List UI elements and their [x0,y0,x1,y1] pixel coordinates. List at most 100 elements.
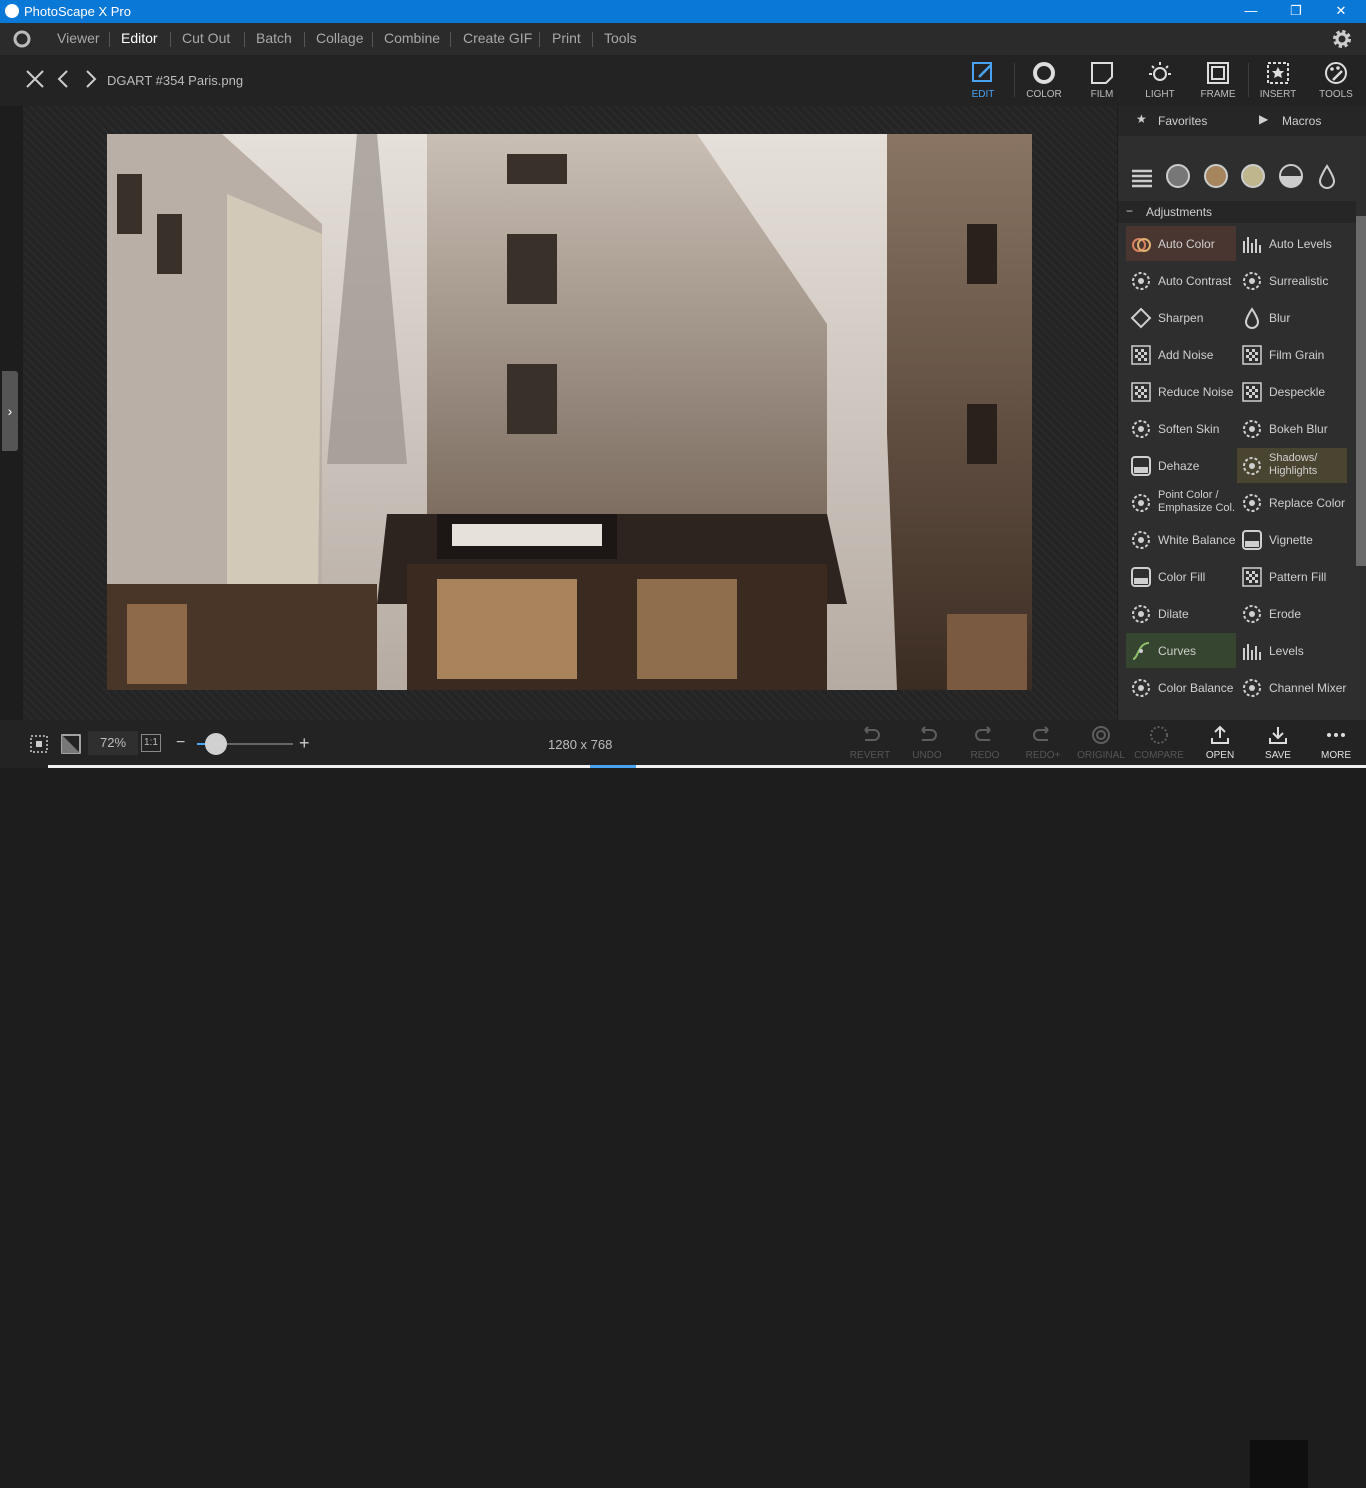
close-window-button[interactable]: ✕ [1318,0,1364,23]
adjustments-header[interactable]: − Adjustments [1118,201,1356,223]
action-label: COMPARE [1134,750,1184,761]
adjustment-levels[interactable]: Levels [1237,633,1347,668]
maximize-button[interactable]: ❐ [1273,0,1319,23]
adjustment-add-noise[interactable]: Add Noise [1126,337,1236,372]
adjustment-vignette[interactable]: Vignette [1237,522,1347,557]
adjustment-despeckle[interactable]: Despeckle [1237,374,1347,409]
film-grain-icon [1241,344,1263,366]
adjustment-blur[interactable]: Blur [1237,300,1347,335]
menu-cut-out[interactable]: Cut Out [182,30,230,46]
zoom-slider-handle[interactable] [205,733,227,755]
crop-select-icon[interactable] [28,733,50,755]
preset-warm-swatch[interactable] [1241,164,1265,188]
adjustment-channel-mixer[interactable]: Channel Mixer [1237,670,1347,705]
adjustment-label: Blur [1269,311,1291,325]
adjustment-auto-color[interactable]: Auto Color [1126,226,1236,261]
zoom-actual-size-button[interactable]: 1:1 [141,734,161,752]
compare-button[interactable]: COMPARE [1133,724,1185,768]
reduce-noise-icon [1130,381,1152,403]
adjustment-auto-contrast[interactable]: Auto Contrast [1126,263,1236,298]
adjustment-label: Point Color / Emphasize Col. [1158,489,1236,514]
blur-drop-icon [1241,307,1263,329]
macros-tab[interactable]: Macros [1282,114,1321,128]
photo-image[interactable] [107,134,1032,690]
adjustment-auto-levels[interactable]: Auto Levels [1237,226,1347,261]
adjustment-dehaze[interactable]: Dehaze [1126,448,1236,483]
adjustment-color-balance[interactable]: Color Balance [1126,670,1236,705]
adjustment-erode[interactable]: Erode [1237,596,1347,631]
tool-insert[interactable]: INSERT [1253,58,1303,104]
undo-button[interactable]: UNDO [901,724,953,768]
adjustment-bokeh-blur[interactable]: Bokeh Blur [1237,411,1347,446]
window-title: PhotoScape X Pro [24,4,131,19]
color-balance-icon [1130,677,1152,699]
menu-editor[interactable]: Editor [121,30,158,46]
action-label: UNDO [912,750,942,761]
preset-gray-swatch[interactable] [1166,164,1190,188]
menu-tools[interactable]: Tools [604,30,637,46]
despeckle-icon [1241,381,1263,403]
save-icon [1269,727,1287,744]
menu-batch[interactable]: Batch [256,30,292,46]
close-image-icon[interactable] [24,68,46,90]
soften-skin-icon [1130,418,1152,440]
menu-bar: Viewer Editor Cut Out Batch Collage Comb… [0,23,1366,55]
adjustment-sharpen[interactable]: Sharpen [1126,300,1236,335]
tool-color[interactable]: COLOR [1019,58,1069,104]
menu-create-gif[interactable]: Create GIF [463,30,532,46]
redo-plus-icon [1033,726,1049,741]
panel-scrollbar[interactable] [1356,216,1366,566]
adjustment-soften-skin[interactable]: Soften Skin [1126,411,1236,446]
next-image-icon[interactable] [79,68,101,90]
adjustment-label: Color Balance [1158,681,1234,695]
adjustment-dilate[interactable]: Dilate [1126,596,1236,631]
favorites-bar: ★ Favorites ▶ Macros [1118,106,1366,136]
photoscape-logo-icon[interactable] [12,29,32,49]
revert-button[interactable]: REVERT [844,724,896,768]
bokeh-blur-icon [1241,418,1263,440]
redo-plus-button[interactable]: REDO+ [1017,724,1069,768]
menu-print[interactable]: Print [552,30,581,46]
settings-gear-icon[interactable] [1330,27,1354,51]
zoom-out-button[interactable]: − [176,734,185,752]
adjustment-color-fill[interactable]: Color Fill [1126,559,1236,594]
preset-contrast-swatch[interactable] [1279,164,1303,188]
list-icon[interactable] [1130,166,1154,190]
menu-divider [592,32,593,47]
menu-collage[interactable]: Collage [316,30,363,46]
preset-sepia-swatch[interactable] [1204,164,1228,188]
tool-tools[interactable]: TOOLS [1311,58,1361,104]
redo-button[interactable]: REDO [959,724,1011,768]
zoom-in-button[interactable]: + [299,733,310,754]
save-button[interactable]: SAVE [1252,724,1304,768]
expand-left-panel-tab[interactable]: › [2,371,18,451]
adjustment-point-color-emphasize-col[interactable]: Point Color / Emphasize Col. [1126,485,1236,520]
favorites-tab[interactable]: Favorites [1158,114,1207,128]
adjustment-pattern-fill[interactable]: Pattern Fill [1237,559,1347,594]
adjustment-label: Sharpen [1158,311,1204,325]
tool-edit[interactable]: EDIT [958,58,1008,104]
original-button[interactable]: ORIGINAL [1075,724,1127,768]
more-button[interactable]: MORE [1310,724,1362,768]
drop-icon[interactable] [1318,164,1336,190]
adjustment-white-balance[interactable]: White Balance [1126,522,1236,557]
adjustment-shadows-highlights[interactable]: Shadows/ Highlights [1237,448,1347,483]
previous-image-icon[interactable] [53,68,75,90]
adjustment-curves[interactable]: Curves [1126,633,1236,668]
menu-viewer[interactable]: Viewer [57,30,100,46]
open-button[interactable]: OPEN [1194,724,1246,768]
compare-split-icon[interactable] [60,733,82,755]
adjustment-film-grain[interactable]: Film Grain [1237,337,1347,372]
adjustment-surrealistic[interactable]: Surrealistic [1237,263,1347,298]
minimize-button[interactable]: — [1228,0,1274,23]
menu-combine[interactable]: Combine [384,30,440,46]
adjustment-reduce-noise[interactable]: Reduce Noise [1126,374,1236,409]
tool-light[interactable]: LIGHT [1135,58,1185,104]
tool-film[interactable]: FILM [1077,58,1127,104]
zoom-value[interactable]: 72% [88,731,138,755]
adjustment-replace-color[interactable]: Replace Color [1237,485,1347,520]
compare-icon [1150,726,1168,744]
tool-frame[interactable]: FRAME [1193,58,1243,104]
menu-divider [304,32,305,47]
adjustment-label: Bokeh Blur [1269,422,1328,436]
